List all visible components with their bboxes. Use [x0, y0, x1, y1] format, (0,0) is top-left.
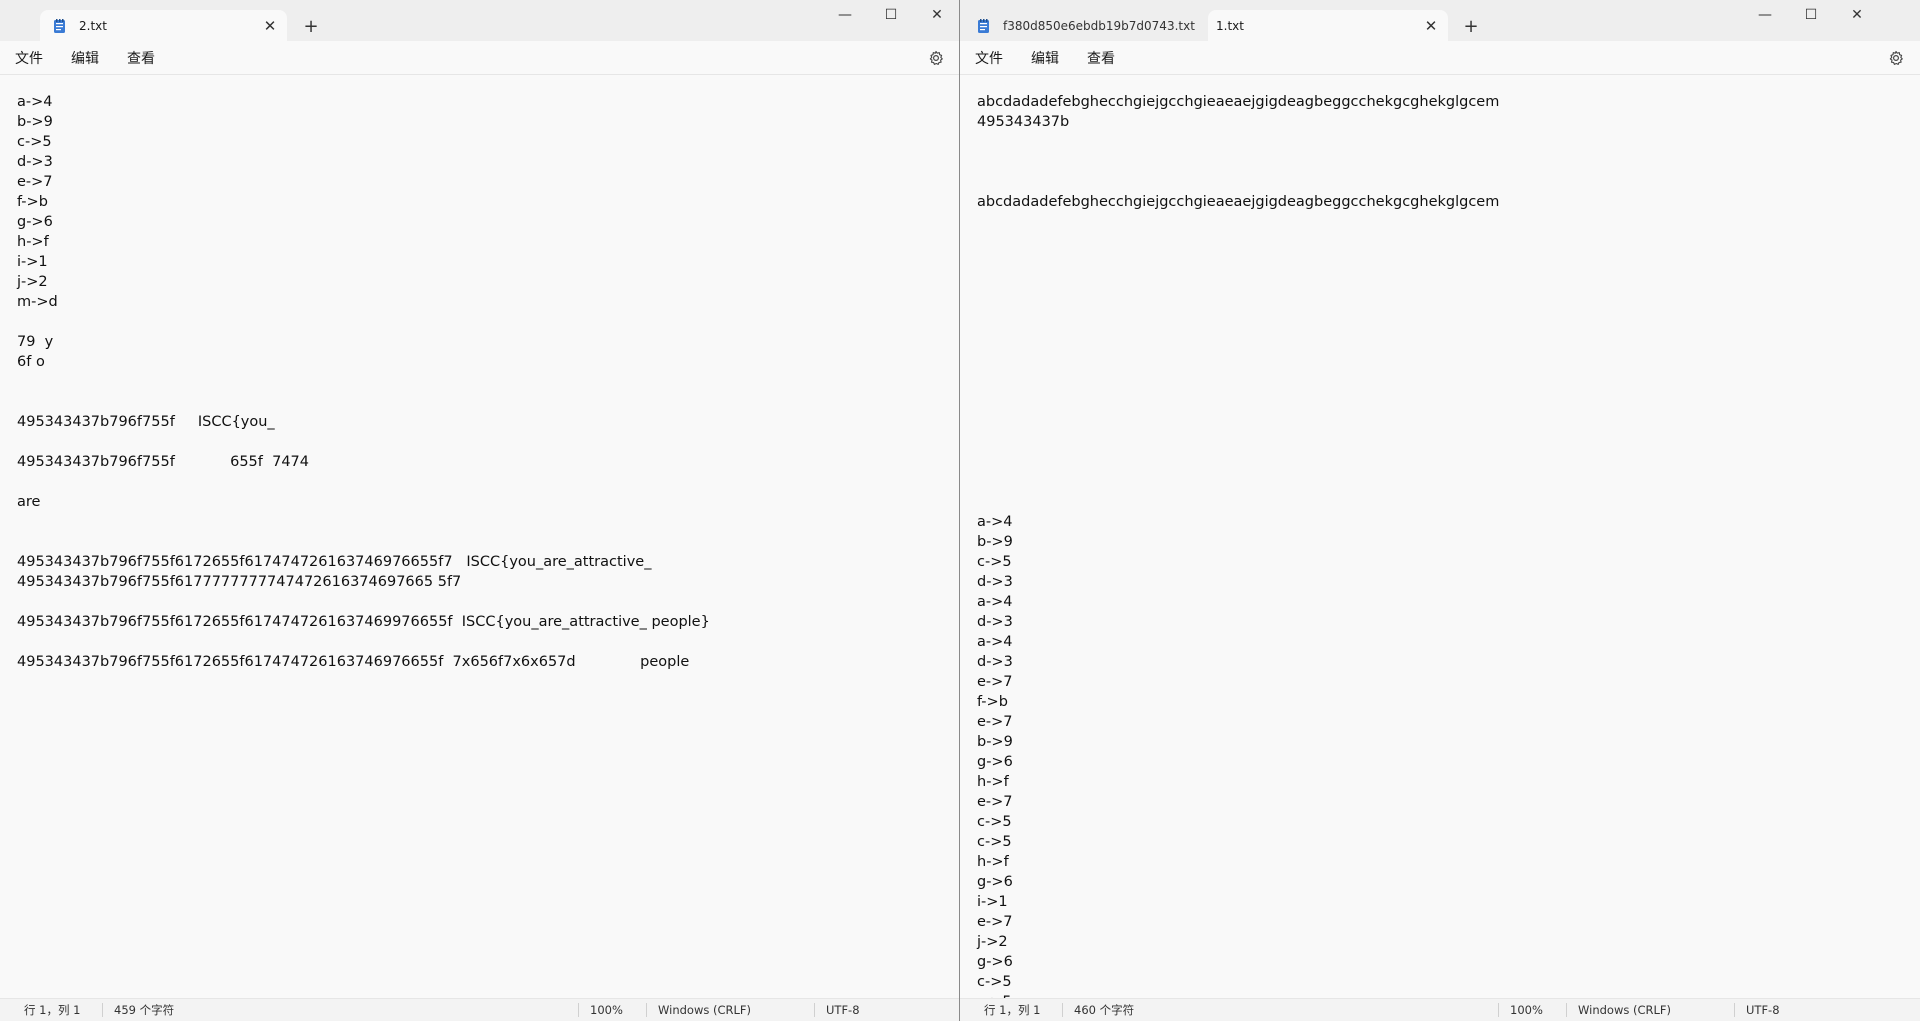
notepad-window-right: f380d850e6ebdb19b7d0743.txt 1.txt ✕ + — … — [960, 0, 1920, 1021]
status-zoom[interactable]: 100% — [1510, 999, 1543, 1021]
notepad-icon — [978, 18, 989, 33]
minimize-button[interactable]: — — [822, 0, 868, 30]
text-editor[interactable]: abcdadadefebghecchgiejgcchgieaeaejgigdea… — [960, 75, 1920, 999]
menu-view[interactable]: 查看 — [125, 48, 157, 68]
editor-content: a->4 b->9 c->5 d->3 e->7 f->b g->6 h->f … — [17, 94, 710, 670]
menu-view[interactable]: 查看 — [1085, 48, 1117, 68]
close-tab-icon[interactable]: ✕ — [1418, 13, 1444, 39]
status-char-count: 460 个字符 — [1074, 1003, 1135, 1017]
status-encoding[interactable]: UTF-8 — [1746, 999, 1780, 1021]
maximize-button[interactable]: ☐ — [868, 0, 914, 30]
title-bar[interactable]: 2.txt ✕ + — ☐ ✕ — [0, 0, 959, 41]
close-window-button[interactable]: ✕ — [914, 0, 959, 30]
new-tab-button[interactable]: + — [298, 13, 324, 39]
settings-gear-icon[interactable] — [1885, 47, 1907, 69]
menu-bar: 文件 编辑 查看 — [0, 41, 959, 75]
status-divider — [1566, 1003, 1567, 1017]
status-divider — [1062, 1003, 1063, 1017]
tab-f380d850-txt[interactable]: f380d850e6ebdb19b7d0743.txt — [964, 10, 1208, 41]
maximize-button[interactable]: ☐ — [1788, 0, 1834, 30]
status-divider — [1498, 1003, 1499, 1017]
status-divider — [1734, 1003, 1735, 1017]
status-char-count: 459 个字符 — [114, 1003, 175, 1017]
status-cursor-position: 行 1，列 1 — [24, 1003, 81, 1017]
text-editor[interactable]: a->4 b->9 c->5 d->3 e->7 f->b g->6 h->f … — [0, 75, 959, 999]
tab-label: 2.txt — [79, 18, 107, 33]
menu-edit[interactable]: 编辑 — [69, 48, 101, 68]
status-divider — [646, 1003, 647, 1017]
tab-label: f380d850e6ebdb19b7d0743.txt — [1003, 18, 1195, 33]
new-tab-button[interactable]: + — [1458, 13, 1484, 39]
status-divider — [102, 1003, 103, 1017]
tab-1-txt[interactable]: 1.txt ✕ — [1208, 10, 1448, 41]
status-bar: 行 1，列 1 460 个字符 100% Windows (CRLF) UTF-… — [960, 998, 1920, 1021]
notepad-window-left: 2.txt ✕ + — ☐ ✕ 文件 编辑 查看 a->4 b->9 c->5 … — [0, 0, 960, 1021]
menu-file[interactable]: 文件 — [13, 48, 45, 68]
tab-label: 1.txt — [1216, 18, 1244, 33]
status-line-ending[interactable]: Windows (CRLF) — [1578, 999, 1671, 1021]
notepad-icon — [54, 18, 65, 33]
editor-content: abcdadadefebghecchgiejgcchgieaeaejgigdea… — [977, 94, 1500, 999]
close-tab-icon[interactable]: ✕ — [257, 13, 283, 39]
status-bar: 行 1，列 1 459 个字符 100% Windows (CRLF) UTF-… — [0, 998, 959, 1021]
menu-bar: 文件 编辑 查看 — [960, 41, 1920, 75]
status-divider — [578, 1003, 579, 1017]
desktop: 2.txt ✕ + — ☐ ✕ 文件 编辑 查看 a->4 b->9 c->5 … — [0, 0, 1920, 1021]
status-cursor-position: 行 1，列 1 — [984, 1003, 1041, 1017]
close-window-button[interactable]: ✕ — [1834, 0, 1880, 30]
title-bar[interactable]: f380d850e6ebdb19b7d0743.txt 1.txt ✕ + — … — [960, 0, 1920, 41]
menu-file[interactable]: 文件 — [973, 48, 1005, 68]
settings-gear-icon[interactable] — [925, 47, 947, 69]
status-divider — [814, 1003, 815, 1017]
status-encoding[interactable]: UTF-8 — [826, 999, 860, 1021]
status-line-ending[interactable]: Windows (CRLF) — [658, 999, 751, 1021]
minimize-button[interactable]: — — [1742, 0, 1788, 30]
status-zoom[interactable]: 100% — [590, 999, 623, 1021]
tab-2-txt[interactable]: 2.txt ✕ — [40, 10, 287, 41]
menu-edit[interactable]: 编辑 — [1029, 48, 1061, 68]
